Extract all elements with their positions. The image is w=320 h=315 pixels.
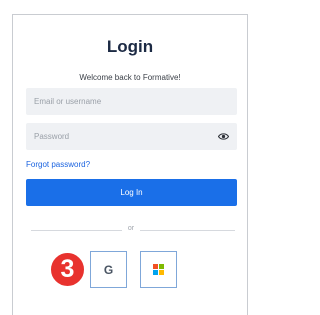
divider-or-text: or <box>127 225 135 232</box>
login-card: Login Welcome back to Formative! Forgot … <box>12 14 248 315</box>
login-button[interactable]: Log In <box>26 179 237 206</box>
eye-icon[interactable] <box>218 132 229 141</box>
forgot-password-link[interactable]: Forgot password? <box>26 160 90 169</box>
password-input[interactable] <box>26 123 237 150</box>
page-title: Login <box>106 37 154 56</box>
google-icon: G <box>103 262 114 277</box>
microsoft-square-green <box>159 264 164 269</box>
microsoft-icon <box>153 264 164 275</box>
microsoft-sign-in-button[interactable] <box>140 251 177 288</box>
microsoft-square-blue <box>153 270 158 275</box>
divider-left <box>31 230 122 231</box>
welcome-subtitle: Welcome back to Formative! <box>79 73 181 82</box>
email-input[interactable] <box>26 88 237 115</box>
divider-right <box>140 230 235 231</box>
step-number-badge: 3 <box>49 251 86 288</box>
microsoft-square-red <box>153 264 158 269</box>
google-sign-in-button[interactable]: G <box>90 251 127 288</box>
microsoft-square-yellow <box>159 270 164 275</box>
